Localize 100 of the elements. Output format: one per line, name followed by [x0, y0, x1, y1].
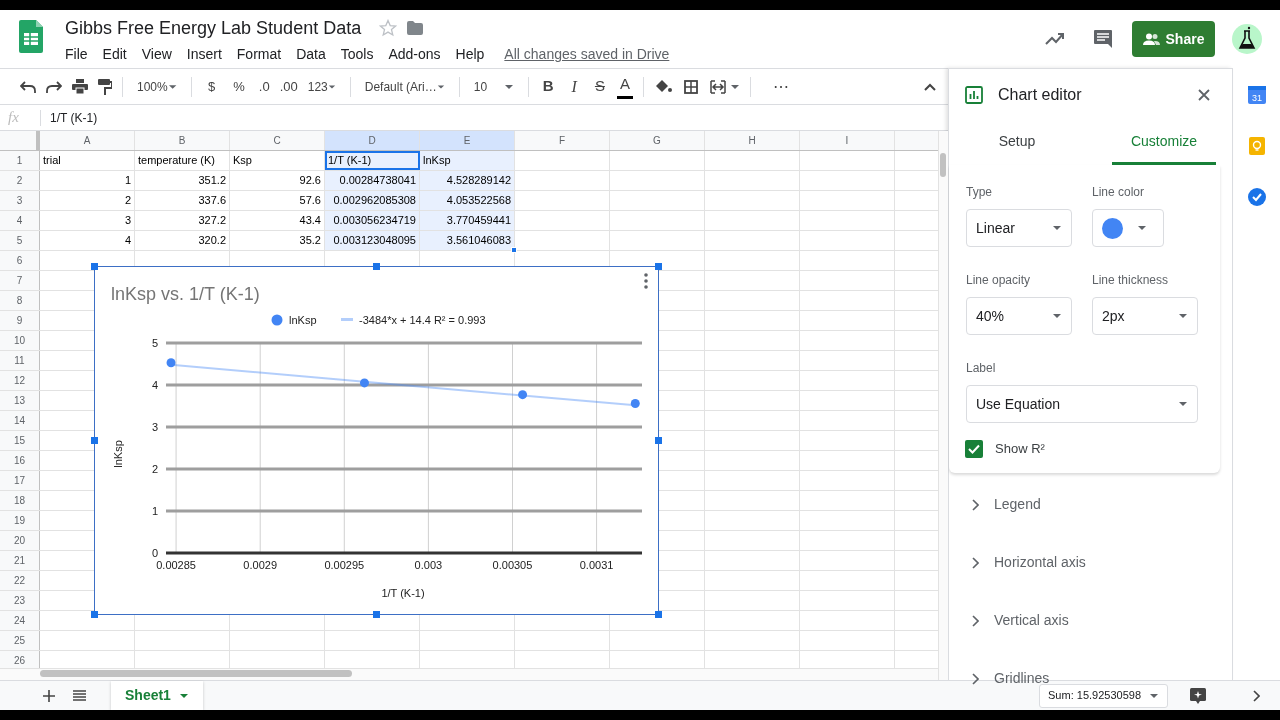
comment-icon[interactable] — [1093, 29, 1113, 49]
table-cell[interactable]: 3.561046083 — [420, 231, 515, 250]
row-header[interactable]: 25 — [0, 631, 40, 650]
table-cell[interactable]: trial — [40, 151, 135, 170]
more-button[interactable]: ⋯ — [768, 74, 793, 99]
row-header[interactable]: 13 — [0, 391, 40, 410]
table-cell[interactable]: 3 — [40, 211, 135, 230]
row-header[interactable]: 24 — [0, 611, 40, 630]
menu-item[interactable]: View — [141, 44, 172, 65]
folder-icon[interactable] — [407, 21, 424, 35]
add-sheet-icon[interactable] — [43, 689, 55, 702]
font-size-dropdown[interactable]: 10 — [469, 74, 518, 99]
column-header[interactable]: F — [515, 131, 610, 150]
table-cell[interactable]: 1/T (K-1) — [325, 151, 420, 170]
row-header[interactable]: 4 — [0, 211, 40, 230]
chevron-icon[interactable] — [1252, 689, 1260, 702]
share-button[interactable]: Share — [1132, 21, 1215, 57]
row-header[interactable]: 1 — [0, 151, 40, 170]
table-cell[interactable]: temperature (K) — [135, 151, 230, 170]
menu-item[interactable]: Data — [296, 44, 326, 65]
row-header[interactable]: 22 — [0, 571, 40, 590]
table-cell[interactable]: 3.770459441 — [420, 211, 515, 230]
percent-button[interactable]: % — [229, 74, 249, 99]
column-header[interactable]: A — [40, 131, 135, 150]
table-cell[interactable]: 0.003056234719 — [325, 211, 420, 230]
explore-icon[interactable] — [1190, 687, 1206, 704]
row-header[interactable]: 23 — [0, 591, 40, 610]
row-header[interactable]: 6 — [0, 251, 40, 270]
column-header[interactable]: G — [610, 131, 705, 150]
scrollbar-thumb[interactable] — [940, 153, 946, 177]
column-header[interactable]: B — [135, 131, 230, 150]
menu-item[interactable]: Format — [236, 44, 282, 65]
menu-item[interactable]: File — [65, 44, 88, 65]
paint-format-icon[interactable] — [98, 78, 112, 95]
bold-button[interactable]: B — [538, 74, 558, 99]
table-cell[interactable]: 327.2 — [135, 211, 230, 230]
dropdown[interactable]: Use Equation — [966, 385, 1198, 423]
table-cell[interactable]: 0.002962085308 — [325, 191, 420, 210]
more-options-icon[interactable] — [644, 273, 648, 289]
resize-handle[interactable] — [373, 263, 380, 270]
table-cell[interactable]: 0.00284738041 — [325, 171, 420, 190]
table-cell[interactable]: 320.2 — [135, 231, 230, 250]
table-cell[interactable]: 0.003123048095 — [325, 231, 420, 250]
resize-handle[interactable] — [655, 437, 662, 444]
color-dropdown[interactable] — [1092, 209, 1164, 247]
resize-handle[interactable] — [91, 611, 98, 618]
undo-icon[interactable] — [20, 80, 36, 93]
menu-item[interactable]: Add-ons — [388, 44, 441, 65]
star-icon[interactable] — [379, 19, 398, 37]
row-header[interactable]: 15 — [0, 431, 40, 450]
menu-item[interactable]: Edit — [102, 44, 127, 65]
column-header[interactable]: E — [420, 131, 515, 150]
avatar-icon[interactable] — [1232, 24, 1262, 54]
sheet-tab[interactable]: Sheet1 — [111, 681, 203, 710]
resize-handle[interactable] — [373, 611, 380, 618]
column-header[interactable]: D — [325, 131, 420, 150]
tasks-icon[interactable] — [1247, 188, 1266, 206]
column-header[interactable]: I — [800, 131, 895, 150]
table-cell[interactable]: 4.053522568 — [420, 191, 515, 210]
calendar-icon[interactable]: 31 — [1247, 84, 1266, 104]
table-cell[interactable]: lnKsp — [420, 151, 515, 170]
checkbox[interactable] — [965, 439, 983, 458]
resize-handle[interactable] — [91, 263, 98, 270]
trend-line-icon[interactable] — [1045, 32, 1065, 46]
more-formats-dropdown[interactable]: 123 — [303, 74, 340, 99]
row-header[interactable]: 8 — [0, 291, 40, 310]
section-header[interactable]: Vertical axis — [949, 591, 1220, 650]
table-cell[interactable]: 351.2 — [135, 171, 230, 190]
menu-item[interactable]: Tools — [340, 44, 374, 65]
italic-button[interactable]: I — [567, 74, 581, 99]
menu-item[interactable]: Help — [455, 44, 485, 65]
row-header[interactable]: 18 — [0, 491, 40, 510]
menu-item[interactable]: Insert — [186, 44, 222, 65]
table-cell[interactable]: 2 — [40, 191, 135, 210]
row-header[interactable]: 12 — [0, 371, 40, 390]
row-header[interactable]: 7 — [0, 271, 40, 290]
redo-icon[interactable] — [46, 80, 62, 93]
dropdown[interactable]: 2px — [1092, 297, 1198, 335]
decrease-decimals-button[interactable]: .0 — [254, 74, 274, 99]
borders-icon[interactable] — [683, 79, 698, 94]
row-header[interactable]: 20 — [0, 531, 40, 550]
close-icon[interactable] — [1198, 89, 1210, 101]
resize-handle[interactable] — [655, 611, 662, 618]
row-header[interactable]: 14 — [0, 411, 40, 430]
row-header[interactable]: 17 — [0, 471, 40, 490]
print-icon[interactable] — [72, 79, 88, 94]
row-header[interactable]: 10 — [0, 331, 40, 350]
font-dropdown[interactable]: Default (Ari… — [360, 74, 449, 99]
zoom-dropdown[interactable]: 100% — [133, 74, 181, 99]
strikethrough-button[interactable]: S — [590, 74, 609, 99]
sheet-list-icon[interactable] — [73, 690, 86, 701]
resize-handle[interactable] — [655, 263, 662, 270]
row-header[interactable]: 11 — [0, 351, 40, 370]
resize-handle[interactable] — [91, 437, 98, 444]
scrollbar-thumb[interactable] — [40, 670, 352, 677]
row-header[interactable]: 9 — [0, 311, 40, 330]
table-cell[interactable]: 4.528289142 — [420, 171, 515, 190]
dropdown[interactable]: 40% — [966, 297, 1072, 335]
fill-color-icon[interactable] — [655, 79, 672, 94]
row-header[interactable]: 3 — [0, 191, 40, 210]
